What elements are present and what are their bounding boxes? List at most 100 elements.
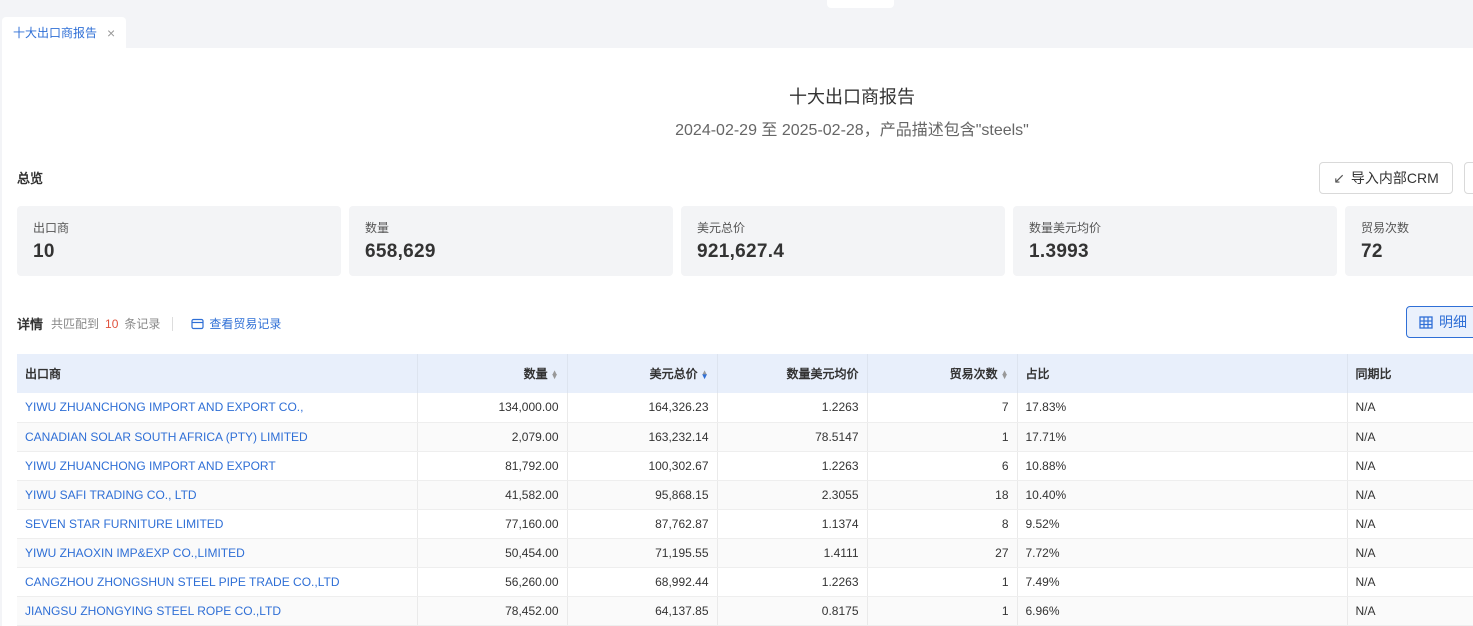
cell-total-usd: 64,137.85 (567, 596, 718, 626)
sort-icon[interactable]: ▲ ▼ (1001, 368, 1009, 380)
exporter-name-link[interactable]: JIANGSU ZHONGYING STEEL ROPE CO.,LTD (17, 596, 418, 626)
col-header-total-usd[interactable]: 美元总价 ▲ ▼ (567, 354, 718, 393)
cell-total-usd: 164,326.23 (567, 393, 718, 423)
cell-yoy: N/A (1347, 567, 1473, 597)
divider (172, 316, 174, 331)
exporter-name-link[interactable]: YIWU SAFI TRADING CO., LTD (17, 480, 418, 510)
cell-trade-count: 7 (867, 393, 1018, 423)
exporter-name-link[interactable]: CANADIAN SOLAR SOUTH AFRICA (PTY) LIMITE… (17, 422, 418, 452)
cell-total-usd: 163,232.14 (567, 422, 718, 452)
cell-avg-price: 78.5147 (717, 422, 868, 452)
cell-yoy: N/A (1347, 451, 1473, 481)
exporter-name-link[interactable]: SEVEN STAR FURNITURE LIMITED (17, 509, 418, 539)
cell-total-usd: 71,195.55 (567, 538, 718, 568)
cell-share: 17.71% (1017, 422, 1348, 452)
stat-label: 数量美元均价 (1029, 221, 1102, 235)
table-row[interactable]: YIWU ZHUANCHONG IMPORT AND EXPORT 81,792.… (17, 451, 1473, 481)
stat-card-trade-count: 贸易次数 72 (1345, 206, 1473, 276)
stat-label: 美元总价 (697, 221, 746, 235)
cell-quantity: 77,160.00 (417, 509, 568, 539)
overview-label: 总览 (17, 171, 44, 186)
cell-quantity: 50,454.00 (417, 538, 568, 568)
sort-icon[interactable]: ▲ ▼ (701, 368, 709, 380)
cell-avg-price: 0.8175 (717, 596, 868, 626)
more-button[interactable] (1464, 162, 1473, 194)
report-title: 十大出口商报告 (789, 87, 915, 107)
import-crm-button[interactable]: ↙ 导入内部CRM (1319, 162, 1453, 194)
table-row[interactable]: YIWU ZHAOXIN IMP&EXP CO.,LIMITED 50,454.0… (17, 538, 1473, 568)
col-header-quantity[interactable]: 数量 ▲ ▼ (417, 354, 568, 393)
table-row[interactable]: YIWU ZHUANCHONG IMPORT AND EXPORT CO., 13… (17, 393, 1473, 423)
stat-value: 1.3993 (1029, 241, 1089, 262)
cell-yoy: N/A (1347, 538, 1473, 568)
detail-view-label: 明细 (1439, 314, 1467, 330)
import-icon: ↙ (1333, 169, 1345, 186)
cell-trade-count: 1 (867, 596, 1018, 626)
cell-quantity: 56,260.00 (417, 567, 568, 597)
cell-trade-count: 8 (867, 509, 1018, 539)
table-row[interactable]: CANGZHOU ZHONGSHUN STEEL PIPE TRADE CO.,… (17, 567, 1473, 597)
stat-card-quantity: 数量 658,629 (349, 206, 673, 276)
stat-card-avg-price: 数量美元均价 1.3993 (1013, 206, 1337, 276)
record-icon (191, 318, 205, 329)
view-trade-records-link[interactable]: 查看贸易记录 (191, 315, 281, 332)
exporter-name-link[interactable]: YIWU ZHUANCHONG IMPORT AND EXPORT (17, 451, 418, 481)
col-header-yoy: 同期比 (1347, 354, 1473, 393)
cell-share: 10.88% (1017, 451, 1348, 481)
cell-trade-count: 18 (867, 480, 1018, 510)
cell-quantity: 134,000.00 (417, 393, 568, 423)
cell-yoy: N/A (1347, 509, 1473, 539)
table-header-row: 出口商 数量 ▲ ▼ 美元总价 ▲ ▼ 数量美元均价 贸易次数 ▲ ▼ 占比 同期比 (17, 354, 1473, 393)
cell-yoy: N/A (1347, 422, 1473, 452)
cell-share: 10.40% (1017, 480, 1348, 510)
report-subtitle: 2024-02-29 至 2025-02-28，产品描述包含"steels" (675, 122, 1029, 139)
cell-avg-price: 1.2263 (717, 393, 868, 423)
view-trade-records-label: 查看贸易记录 (209, 317, 282, 331)
stat-label: 出口商 (33, 221, 70, 235)
cell-share: 6.96% (1017, 596, 1348, 626)
cell-share: 17.83% (1017, 393, 1348, 423)
detail-view-button[interactable]: 明细 (1406, 306, 1473, 338)
exporter-table: 出口商 数量 ▲ ▼ 美元总价 ▲ ▼ 数量美元均价 贸易次数 ▲ ▼ 占比 同期比 YIW… (17, 354, 1473, 626)
cell-total-usd: 87,762.87 (567, 509, 718, 539)
stat-card-exporters: 出口商 10 (17, 206, 341, 276)
stat-label: 数量 (365, 221, 390, 235)
col-header-trade-count[interactable]: 贸易次数 ▲ ▼ (867, 354, 1018, 393)
col-header-exporter: 出口商 (17, 354, 418, 393)
cell-quantity: 41,582.00 (417, 480, 568, 510)
cell-avg-price: 2.3055 (717, 480, 868, 510)
cell-avg-price: 1.2263 (717, 567, 868, 597)
cell-share: 7.72% (1017, 538, 1348, 568)
cell-trade-count: 1 (867, 422, 1018, 452)
table-row[interactable]: SEVEN STAR FURNITURE LIMITED 77,160.00 87,… (17, 509, 1473, 539)
close-icon[interactable]: × (107, 26, 115, 40)
import-crm-label: 导入内部CRM (1350, 170, 1439, 186)
cell-total-usd: 95,868.15 (567, 480, 718, 510)
cell-yoy: N/A (1347, 393, 1473, 423)
cell-quantity: 78,452.00 (417, 596, 568, 626)
tab-report[interactable]: 十大出口商报告 × (2, 17, 126, 48)
table-row[interactable]: YIWU SAFI TRADING CO., LTD 41,582.00 95,86… (17, 480, 1473, 510)
stat-value: 72 (1361, 241, 1383, 262)
cell-yoy: N/A (1347, 480, 1473, 510)
stat-card-total-usd: 美元总价 921,627.4 (681, 206, 1005, 276)
cell-avg-price: 1.1374 (717, 509, 868, 539)
cell-trade-count: 6 (867, 451, 1018, 481)
report-panel: 十大出口商报告 2024-02-29 至 2025-02-28，产品描述包含"s… (2, 48, 1473, 626)
stat-value: 10 (33, 241, 55, 262)
cell-trade-count: 1 (867, 567, 1018, 597)
exporter-name-link[interactable]: CANGZHOU ZHONGSHUN STEEL PIPE TRADE CO.,… (17, 567, 418, 597)
cell-avg-price: 1.2263 (717, 451, 868, 481)
table-row[interactable]: JIANGSU ZHONGYING STEEL ROPE CO.,LTD 78,4… (17, 596, 1473, 626)
cell-quantity: 2,079.00 (417, 422, 568, 452)
table-row[interactable]: CANADIAN SOLAR SOUTH AFRICA (PTY) LIMITE… (17, 422, 1473, 452)
exporter-name-link[interactable]: YIWU ZHUANCHONG IMPORT AND EXPORT CO., (17, 393, 418, 423)
cell-yoy: N/A (1347, 596, 1473, 626)
exporter-name-link[interactable]: YIWU ZHAOXIN IMP&EXP CO.,LIMITED (17, 538, 418, 568)
detail-title: 详情 (17, 317, 44, 332)
top-notch (827, 0, 894, 8)
detail-bar: 详情 共匹配到 10 条记录 查看贸易记录 (17, 314, 281, 333)
tab-label: 十大出口商报告 (13, 26, 98, 40)
sort-icon[interactable]: ▲ ▼ (551, 368, 559, 380)
matched-suffix: 条记录 (124, 317, 161, 331)
